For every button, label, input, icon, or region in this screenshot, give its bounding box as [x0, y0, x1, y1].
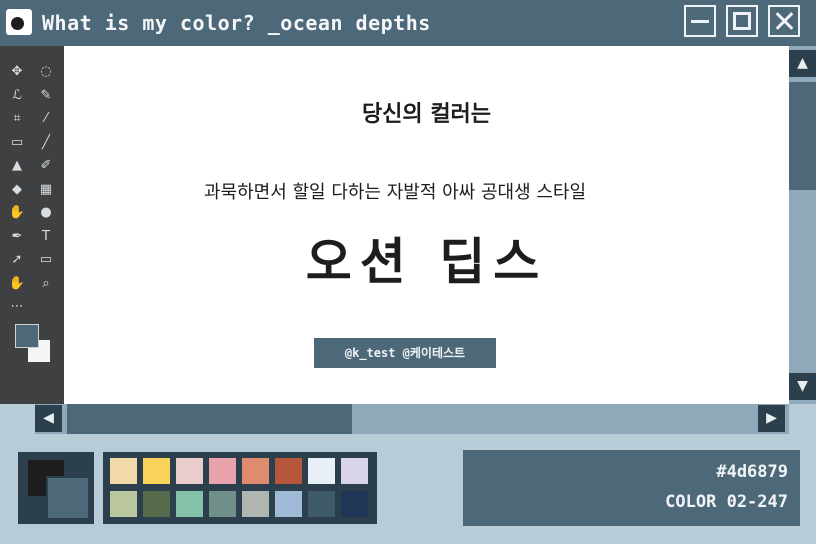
tool-panel: ✥ ◌ ℒ ✎ ⌗ ⁄ ▭ ╱ ▲ ✐ ◆ ▦ ✋ ● ✒ T ➚ ▭ ✋ ⌕ ⋯: [0, 46, 64, 404]
active-colors: [18, 452, 94, 524]
triangle-right-icon: ▶: [766, 410, 777, 426]
minimize-button[interactable]: [684, 5, 716, 37]
palette-swatch[interactable]: [242, 491, 269, 517]
color-code: COLOR 02-247: [665, 492, 788, 512]
pen-icon[interactable]: ✒: [6, 227, 28, 247]
crop-icon[interactable]: ⌗: [6, 109, 28, 129]
smudge-icon[interactable]: ✋: [6, 203, 28, 223]
app-icon: [6, 9, 32, 35]
credit-badge: @k_test @케이테스트: [314, 338, 496, 368]
palette-swatch[interactable]: [308, 491, 335, 517]
more-icon[interactable]: ⋯: [6, 297, 28, 317]
palette-swatch[interactable]: [341, 491, 368, 517]
palette-swatch[interactable]: [341, 458, 368, 484]
gradient-icon[interactable]: ▦: [35, 180, 57, 200]
hand-icon[interactable]: ✋: [6, 274, 28, 294]
dodge-icon[interactable]: ●: [35, 203, 57, 223]
eraser-icon[interactable]: ◆: [6, 180, 28, 200]
triangle-left-icon: ◀: [43, 410, 54, 426]
palette-swatch[interactable]: [275, 491, 302, 517]
horizontal-scroll-thumb[interactable]: [67, 404, 352, 434]
triangle-up-icon: ▲: [797, 55, 808, 71]
marquee-icon[interactable]: ◌: [35, 62, 57, 82]
palette-swatch[interactable]: [176, 491, 203, 517]
rectangle-icon[interactable]: ▭: [35, 250, 57, 270]
palette-swatch[interactable]: [209, 458, 236, 484]
stamp-icon[interactable]: ▲: [6, 156, 28, 176]
color-name: 오션 딥스: [305, 233, 548, 291]
result-heading: 당신의 컬러는: [361, 102, 492, 127]
lasso-icon[interactable]: ℒ: [6, 86, 28, 106]
canvas: 당신의 컬러는 과묵하면서 할일 다하는 자발적 아싸 공대생 스타일 오션 딥…: [64, 46, 789, 404]
scroll-left-button[interactable]: ◀: [35, 405, 62, 432]
color-info-panel: #4d6879 COLOR 02-247: [463, 450, 800, 526]
patch-icon[interactable]: ▭: [6, 133, 28, 153]
history-brush-icon[interactable]: ✐: [35, 156, 57, 176]
scroll-up-button[interactable]: ▲: [789, 50, 816, 77]
palette-swatch[interactable]: [242, 458, 269, 484]
close-button[interactable]: [768, 5, 800, 37]
horizontal-scrollbar[interactable]: ◀ ▶: [35, 404, 789, 434]
quick-select-icon[interactable]: ✎: [35, 86, 57, 106]
vertical-scroll-thumb[interactable]: [789, 82, 816, 190]
vertical-scrollbar[interactable]: ▲ ▼: [789, 46, 816, 404]
title-bar: What is my color? _ocean depths: [0, 0, 816, 46]
scroll-right-button[interactable]: ▶: [758, 405, 785, 432]
foreground-color-swatch[interactable]: [15, 324, 39, 348]
palette-swatch[interactable]: [209, 491, 236, 517]
type-icon[interactable]: T: [35, 227, 57, 247]
eyedropper-icon[interactable]: ⁄: [35, 109, 57, 129]
secondary-color-swatch[interactable]: [46, 476, 90, 520]
result-description: 과묵하면서 할일 다하는 자발적 아싸 공대생 스타일: [203, 182, 587, 203]
brush-icon[interactable]: ╱: [35, 133, 57, 153]
palette-swatch[interactable]: [176, 458, 203, 484]
path-select-icon[interactable]: ➚: [6, 250, 28, 270]
palette-swatch[interactable]: [308, 458, 335, 484]
hex-code: #4d6879: [716, 462, 788, 482]
palette-swatch[interactable]: [143, 458, 170, 484]
palette-bar: #4d6879 COLOR 02-247: [0, 434, 816, 544]
move-icon[interactable]: ✥: [6, 62, 28, 82]
window-title: What is my color? _ocean depths: [42, 11, 431, 35]
scroll-down-button[interactable]: ▼: [789, 373, 816, 400]
palette-swatch[interactable]: [110, 458, 137, 484]
color-palette: [103, 452, 377, 524]
triangle-down-icon: ▼: [797, 378, 808, 394]
palette-swatch[interactable]: [110, 491, 137, 517]
palette-swatch[interactable]: [143, 491, 170, 517]
palette-swatch[interactable]: [275, 458, 302, 484]
zoom-icon[interactable]: ⌕: [35, 274, 57, 294]
maximize-button[interactable]: [726, 5, 758, 37]
